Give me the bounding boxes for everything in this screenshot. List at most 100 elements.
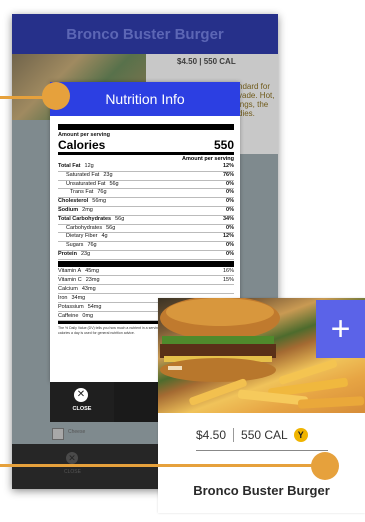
background-close-icon[interactable]: ✕ — [66, 452, 78, 464]
mineral-daily-value: 16% — [222, 267, 234, 274]
add-to-order-button[interactable]: + — [316, 300, 365, 358]
mineral-label: Vitamin C 23mg — [58, 276, 100, 284]
nutrient-daily-value: 0% — [226, 224, 234, 231]
calories-row: Calories 550 — [58, 138, 234, 152]
mineral-name: Calcium — [58, 285, 78, 292]
callout-dot-card — [311, 452, 339, 480]
y-badge-icon: Y — [293, 428, 308, 442]
close-button[interactable]: ✕ CLOSE — [50, 382, 114, 422]
nutrient-label: Trans Fat 76g — [58, 189, 107, 197]
callout-line-modal — [0, 96, 48, 99]
mineral-name: Potassium — [58, 303, 84, 310]
mineral-label: Calcium 43mg — [58, 285, 96, 293]
nutrient-label: Sodium 2mg — [58, 207, 93, 215]
mineral-amount: 0mg — [82, 312, 94, 319]
mineral-amount: 54mg — [87, 303, 102, 310]
mineral-label: Potassium 54mg — [58, 303, 101, 311]
nutrient-amount: 23g — [103, 171, 113, 178]
close-label: CLOSE — [72, 406, 92, 412]
nutrient-daily-value: 0% — [226, 250, 234, 257]
nutrient-row: Total Carbohydrates 56g 34% — [58, 216, 234, 225]
nutrient-row: Sugars 76g 0% — [58, 242, 234, 251]
nutrient-row: Trans Fat 76g 0% — [58, 189, 234, 199]
nutrient-name: Carbohydrates — [66, 224, 103, 231]
nutrient-daily-value: 76% — [222, 171, 234, 178]
nutrient-daily-value: 34% — [222, 215, 234, 222]
mineral-amount: 34mg — [71, 294, 86, 301]
nutrient-row: Carbohydrates 56g 0% — [58, 225, 234, 234]
nutrient-daily-value: 0% — [226, 189, 234, 196]
nutrient-daily-value: 0% — [226, 180, 234, 187]
nutrient-daily-value: 0% — [226, 198, 234, 205]
background-checkbox[interactable] — [52, 428, 64, 440]
calories-underline — [196, 450, 328, 451]
background-close-label: CLOSE — [64, 469, 81, 475]
nutrient-amount: 4g — [101, 233, 108, 240]
label-top-rule — [58, 124, 234, 130]
product-card[interactable]: + $4.50 550 CAL Y Bronco Buster Burger — [158, 296, 365, 513]
nutrient-label: Protein 23g — [58, 251, 90, 259]
callout-line-card — [0, 464, 318, 467]
nutrient-name: Sugars — [66, 242, 84, 249]
nutrient-amount: 23g — [80, 250, 91, 257]
daily-value-header: Amount per serving — [182, 156, 234, 162]
calories-value: 550 — [213, 138, 234, 152]
nutrient-label: Cholesterol 56mg — [58, 198, 106, 206]
nutrient-label: Saturated Fat 23g — [58, 172, 113, 180]
price-calorie-row: $4.50 550 CAL Y — [196, 425, 308, 445]
plus-icon: + — [330, 309, 351, 348]
nutrient-list: Total Fat 12g 12% Saturated Fat 23g 76% Unsatu… — [58, 163, 234, 260]
nutrient-label: Total Fat 12g — [58, 163, 94, 171]
nutrient-name: Dietary Fiber — [66, 233, 98, 240]
nutrient-row: Saturated Fat 23g 76% — [58, 172, 234, 181]
nutrient-label: Total Carbohydrates 56g — [58, 216, 124, 224]
calories-label: Calories — [58, 138, 106, 152]
mineral-label: Caffeine 0mg — [58, 312, 93, 320]
nutrient-name: Protein — [58, 250, 77, 257]
callout-dot-modal — [42, 82, 70, 110]
nutrient-name: Unsaturated Fat — [66, 180, 106, 187]
background-header-title: Bronco Buster Burger — [12, 14, 278, 54]
nutrient-amount: 76g — [87, 242, 97, 249]
nutrient-amount: 56g — [109, 180, 119, 187]
mineral-name: Caffeine — [58, 312, 79, 319]
calories-rule — [58, 152, 234, 155]
mineral-row: Vitamin C 23mg 15% — [58, 276, 234, 285]
nutrient-row: Total Fat 12g 12% — [58, 163, 234, 172]
nutrient-amount: 56g — [115, 215, 125, 222]
nutrient-row: Sodium 2mg 0% — [58, 207, 234, 216]
price-separator — [233, 428, 235, 442]
nutrient-row: Protein 23g 0% — [58, 251, 234, 260]
mineral-amount: 43mg — [81, 285, 96, 292]
background-checkbox-label: Cheese — [68, 429, 86, 435]
nutrient-daily-value: 0% — [226, 242, 234, 249]
background-description: ndard for vade. Hot, ings, the dies. — [238, 82, 275, 118]
mineral-daily-value: 15% — [222, 276, 234, 283]
mineral-row: Vitamin A 45mg 16% — [58, 267, 234, 276]
nutrient-amount: 56g — [106, 224, 116, 231]
nutrient-row: Dietary Fiber 4g 12% — [58, 233, 234, 243]
nutrient-amount: 56mg — [92, 198, 107, 205]
card-price: $4.50 — [196, 428, 227, 442]
background-price-calories: $4.50 | 550 CAL — [177, 57, 236, 66]
mineral-name: Vitamin A — [58, 267, 82, 274]
nutrient-daily-value: 12% — [222, 233, 234, 240]
mineral-row: Calcium 43mg — [58, 285, 234, 294]
nutrient-name: Trans Fat — [70, 189, 94, 196]
close-icon[interactable]: ✕ — [74, 388, 88, 402]
nutrient-name: Saturated Fat — [66, 171, 100, 178]
card-calories[interactable]: 550 CAL — [241, 428, 288, 442]
nutrient-daily-value: 0% — [226, 206, 234, 213]
card-title: Bronco Buster Burger — [193, 483, 330, 498]
mineral-label: Iron 34mg — [58, 294, 85, 302]
mineral-name: Iron — [58, 294, 68, 301]
mineral-name: Vitamin C — [58, 276, 82, 283]
nutrient-row: Cholesterol 56mg 0% — [58, 198, 234, 207]
mineral-amount: 23mg — [85, 276, 100, 283]
nutrient-daily-value: 12% — [222, 163, 234, 169]
modal-title: Nutrition Info — [50, 82, 240, 116]
nutrient-label: Carbohydrates 56g — [58, 225, 115, 233]
nutrient-amount: 2mg — [82, 206, 93, 213]
nutrient-amount: 12g — [84, 163, 94, 169]
nutrient-row: Unsaturated Fat 56g 0% — [58, 181, 234, 190]
